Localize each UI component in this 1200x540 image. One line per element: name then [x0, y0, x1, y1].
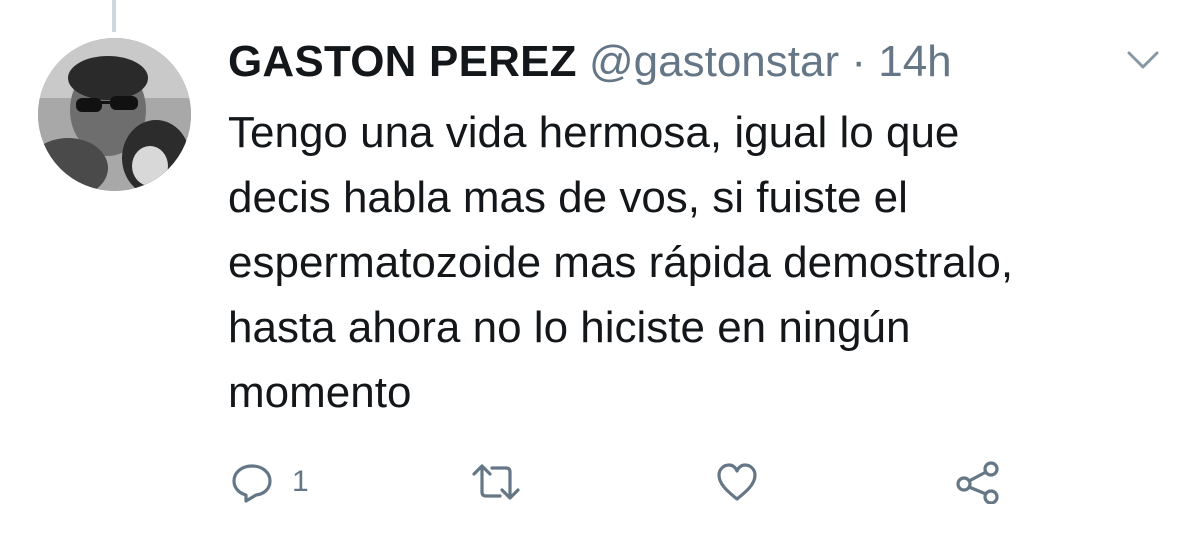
- retweet-icon: [472, 464, 520, 500]
- tweet-text-line: espermatozoide mas rápida demostralo,: [228, 238, 1014, 287]
- tweet-text-line: hasta ahora no lo hiciste en ningún: [228, 303, 911, 352]
- share-icon: [956, 461, 999, 504]
- tweet-actions-bar: 1: [0, 452, 1200, 512]
- tweet-timestamp[interactable]: 14h: [878, 37, 951, 86]
- retweet-button[interactable]: [470, 452, 522, 512]
- tweet-text: Tengo una vida hermosa, igual lo que dec…: [228, 100, 1168, 425]
- chevron-down-icon: [1127, 51, 1159, 69]
- tweet-header: GASTON PEREZ @gastonstar · 14h: [228, 36, 952, 88]
- like-button[interactable]: [715, 452, 759, 512]
- heart-icon: [717, 463, 757, 501]
- reply-count: 1: [292, 465, 309, 498]
- reply-icon: [232, 464, 272, 503]
- header-separator: ·: [851, 37, 866, 86]
- tweet-text-line: Tengo una vida hermosa, igual lo que: [228, 108, 960, 157]
- reply-button[interactable]: 1: [230, 452, 309, 512]
- tweet-text-line: momento: [228, 368, 412, 417]
- author-handle[interactable]: @gastonstar: [589, 37, 839, 86]
- avatar-photo: [38, 38, 191, 191]
- share-button[interactable]: [955, 452, 1001, 512]
- thread-connector-line: [112, 0, 116, 32]
- author-name[interactable]: GASTON PEREZ: [228, 37, 577, 86]
- tweet-menu-button[interactable]: [1125, 48, 1161, 72]
- avatar[interactable]: [38, 38, 191, 191]
- tweet-text-line: decis habla mas de vos, si fuiste el: [228, 173, 908, 222]
